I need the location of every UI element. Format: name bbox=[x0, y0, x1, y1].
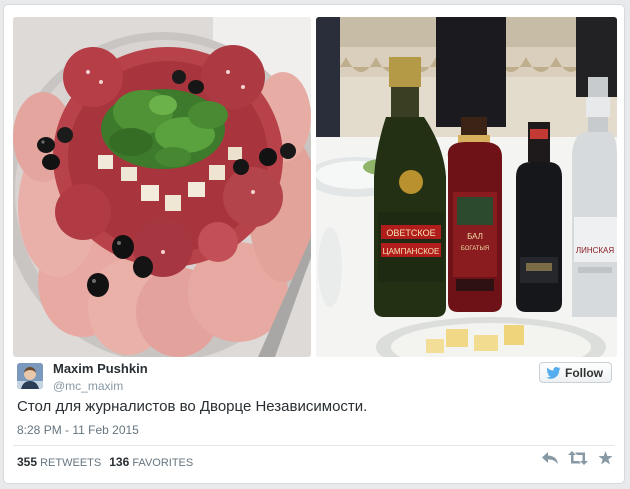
tweet-timestamp[interactable]: 8:28 PM - 11 Feb 2015 bbox=[17, 423, 139, 437]
photo-bottles[interactable]: ОВЕТСКОЕ ЦАМПАНСКОЕ БАЛ БОГАТЫЯ ЛИНСКАЯ bbox=[316, 17, 617, 357]
retweets-stat[interactable]: 355 RETWEETS bbox=[17, 455, 101, 469]
favorites-stat[interactable]: 136 FAVORITES bbox=[109, 455, 193, 469]
bottles-image: ОВЕТСКОЕ ЦАМПАНСКОЕ БАЛ БОГАТЫЯ ЛИНСКАЯ bbox=[316, 17, 617, 357]
tweet-stats: 355 RETWEETS 136 FAVORITES bbox=[17, 455, 193, 469]
author-handle[interactable]: @mc_maxim bbox=[53, 379, 123, 393]
favorite-icon[interactable] bbox=[598, 451, 613, 465]
follow-button[interactable]: Follow bbox=[539, 362, 612, 383]
vodka-label: ЛИНСКАЯ bbox=[576, 246, 615, 255]
divider bbox=[13, 445, 615, 446]
retweets-count: 355 bbox=[17, 455, 38, 469]
twitter-bird-icon bbox=[546, 366, 561, 379]
balsam-label-line2: БОГАТЫЯ bbox=[461, 246, 489, 252]
balsam-label-line1: БАЛ bbox=[467, 232, 483, 241]
favorites-count: 136 bbox=[109, 455, 130, 469]
retweets-label: RETWEETS bbox=[40, 457, 102, 469]
photo-meat-platter[interactable] bbox=[13, 17, 311, 357]
avatar[interactable] bbox=[17, 363, 43, 389]
tweet-card: ОВЕТСКОЕ ЦАМПАНСКОЕ БАЛ БОГАТЫЯ ЛИНСКАЯ … bbox=[3, 4, 625, 484]
reply-icon[interactable] bbox=[542, 451, 558, 465]
avatar-image bbox=[17, 363, 43, 389]
retweet-icon[interactable] bbox=[568, 451, 588, 465]
champagne-label-line2: ЦАМПАНСКОЕ bbox=[383, 247, 440, 256]
favorites-label: FAVORITES bbox=[132, 457, 194, 469]
follow-label: Follow bbox=[565, 365, 603, 380]
tweet-actions bbox=[542, 451, 613, 465]
meat-platter-image bbox=[13, 17, 311, 357]
author-full-name[interactable]: Maxim Pushkin bbox=[53, 361, 148, 376]
tweet-text: Стол для журналистов во Дворце Независим… bbox=[17, 398, 368, 415]
champagne-label-line1: ОВЕТСКОЕ bbox=[386, 228, 435, 238]
